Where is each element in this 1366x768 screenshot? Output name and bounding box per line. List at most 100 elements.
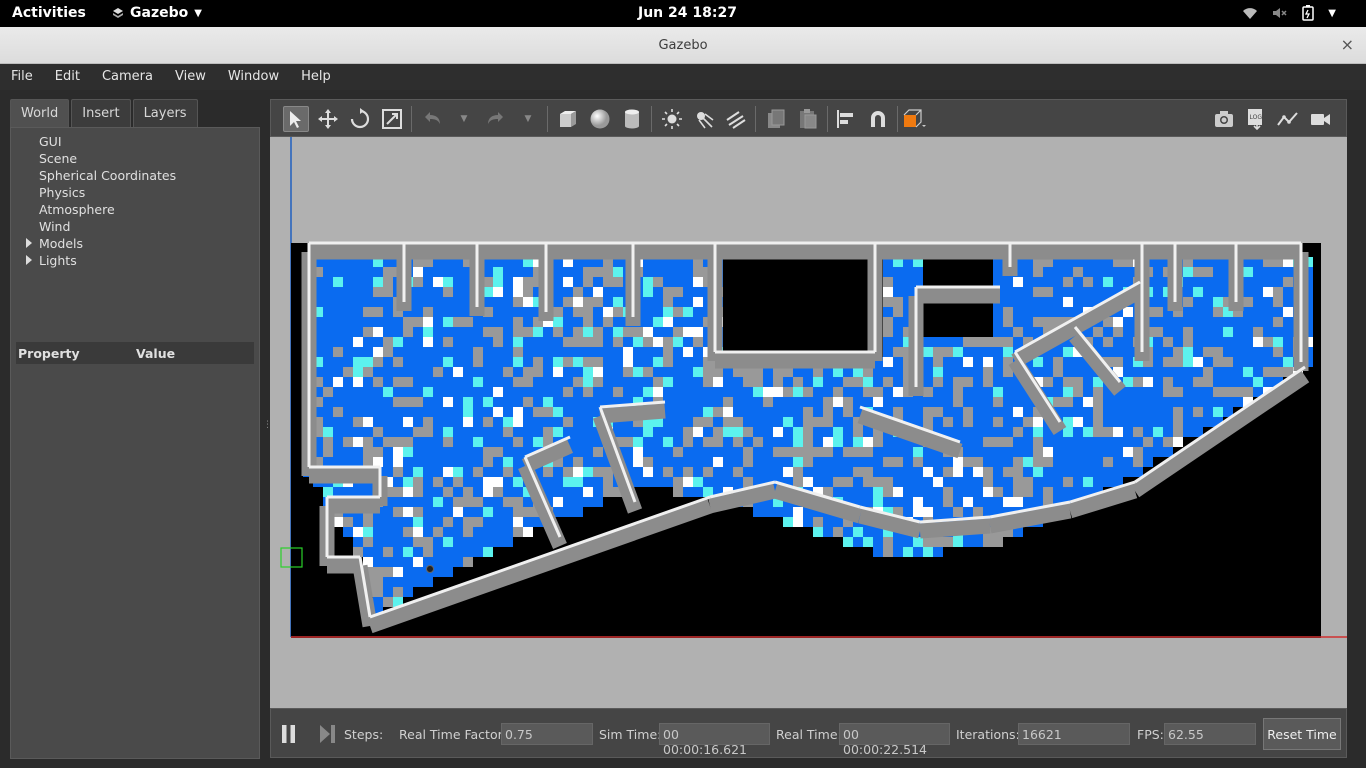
grid-cell [503,397,513,407]
scene-viewport[interactable] [270,137,1347,708]
menu-view[interactable]: View [164,64,217,90]
grid-cell [793,517,803,527]
paste-icon[interactable] [795,106,821,132]
grid-cell [1163,387,1173,397]
plot-icon[interactable] [1275,106,1301,132]
grid-cell [1243,287,1253,297]
grid-cell [993,307,1003,317]
grid-cell [583,447,593,457]
clock[interactable]: Jun 24 18:27 [638,5,737,21]
tab-layers[interactable]: Layers [132,99,198,127]
activities-button[interactable]: Activities [12,5,86,21]
grid-cell [413,417,423,427]
step-icon[interactable] [320,725,336,746]
select-icon[interactable] [283,106,309,132]
grid-cell [1193,407,1203,417]
grid-cell [413,437,423,447]
scale-icon[interactable] [379,106,405,132]
grid-cell [923,337,933,347]
video-icon[interactable] [1307,106,1333,132]
rotate-icon[interactable] [347,106,373,132]
grid-cell [563,337,573,347]
grid-cell [483,437,493,447]
grid-cell [653,357,663,367]
redo-icon[interactable] [483,106,509,132]
grid-cell [383,447,393,457]
redo-history-chevron-icon[interactable]: ▼ [515,106,541,132]
grid-cell [733,387,743,397]
screenshot-icon[interactable] [1211,106,1237,132]
pause-icon[interactable] [282,725,296,746]
align-icon[interactable] [833,106,859,132]
grid-cell [983,497,993,507]
grid-cell [543,417,553,427]
grid-cell [1273,277,1283,287]
grid-cell [973,407,983,417]
grid-cell [1273,337,1283,347]
grid-cell [693,417,703,427]
grid-cell [403,347,413,357]
snap-icon[interactable] [865,106,891,132]
undo-icon[interactable] [419,106,445,132]
grid-cell [693,277,703,287]
tree-item-physics[interactable]: Physics [11,185,259,202]
grid-cell [833,477,843,487]
grid-cell [483,337,493,347]
cylinder-icon[interactable] [619,106,645,132]
grid-cell [493,527,503,537]
point-light-icon[interactable] [659,106,685,132]
grid-cell [1033,437,1043,447]
view-angle-icon[interactable] [901,106,927,132]
grid-cell [503,497,513,507]
undo-history-chevron-icon[interactable]: ▼ [451,106,477,132]
tree-item-models[interactable]: Models [11,236,259,253]
menu-edit[interactable]: Edit [44,64,91,90]
tree-item-gui[interactable]: GUI [11,134,259,151]
sphere-icon[interactable] [587,106,613,132]
system-tray[interactable]: ▼ [1242,5,1336,21]
grid-cell [663,347,673,357]
grid-cell [1023,427,1033,437]
world-render[interactable] [270,137,1347,708]
grid-cell [463,507,473,517]
expand-arrow-icon[interactable] [26,255,32,265]
expand-arrow-icon[interactable] [26,238,32,248]
tab-insert[interactable]: Insert [71,99,131,127]
app-menu[interactable]: Gazebo ▼ [112,5,202,21]
grid-cell [1093,437,1103,447]
tab-world[interactable]: World [10,99,70,127]
grid-cell [553,317,563,327]
grid-cell [673,357,683,367]
grid-cell [503,427,513,437]
menu-file[interactable]: File [0,64,44,90]
grid-cell [843,527,853,537]
menu-camera[interactable]: Camera [91,64,164,90]
translate-icon[interactable] [315,106,341,132]
menu-help[interactable]: Help [290,64,342,90]
robot-model[interactable] [426,565,434,573]
grid-cell [453,537,463,547]
grid-cell [673,307,683,317]
grid-cell [743,447,753,457]
grid-cell [553,407,563,417]
grid-cell [493,467,503,477]
menu-window[interactable]: Window [217,64,290,90]
box-icon[interactable] [555,106,581,132]
directional-light-icon[interactable] [723,106,749,132]
grid-cell [1063,487,1073,497]
tree-item-spherical-coordinates[interactable]: Spherical Coordinates [11,168,259,185]
tree-item-lights[interactable]: Lights [11,253,259,270]
grid-cell [883,397,893,407]
close-icon[interactable]: × [1341,35,1354,54]
grid-cell [463,547,473,557]
tree-item-scene[interactable]: Scene [11,151,259,168]
grid-cell [1023,317,1033,327]
spot-light-icon[interactable] [691,106,717,132]
grid-cell [833,457,843,467]
tree-item-wind[interactable]: Wind [11,219,259,236]
grid-cell [933,457,943,467]
copy-icon[interactable] [763,106,789,132]
tree-item-atmosphere[interactable]: Atmosphere [11,202,259,219]
log-icon[interactable]: LOG [1243,106,1269,132]
reset-time-button[interactable]: Reset Time [1263,718,1341,750]
